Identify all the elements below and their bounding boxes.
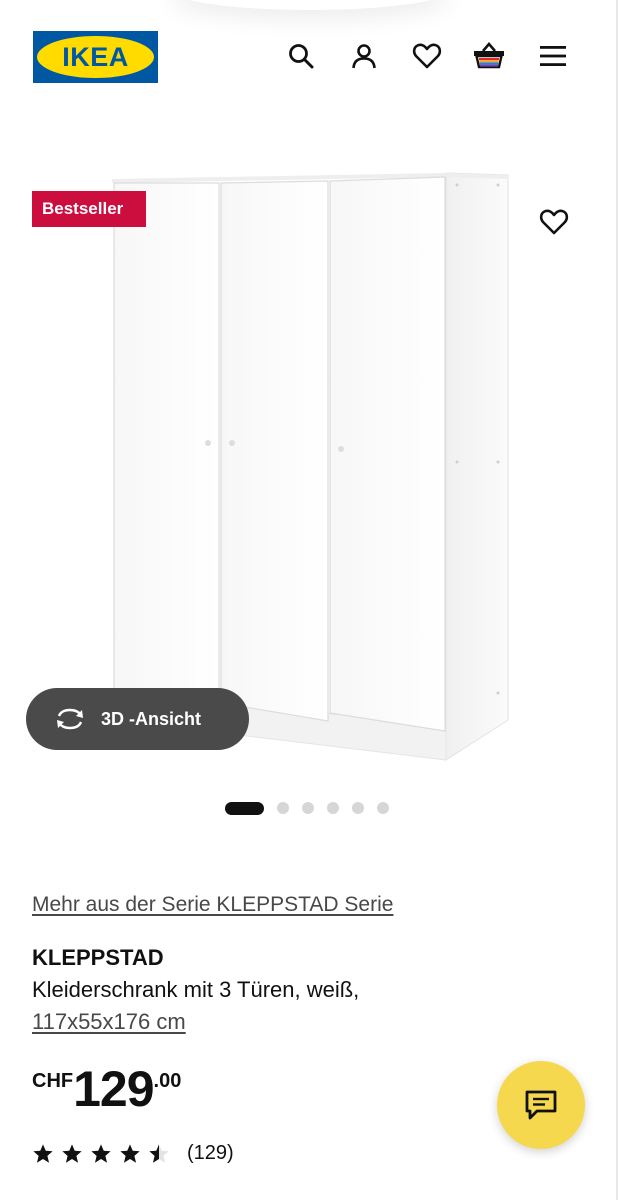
chat-icon: [525, 1090, 557, 1120]
price-currency: CHF: [32, 1070, 74, 1092]
product-name: KLEPPSTAD: [32, 945, 164, 970]
chat-button[interactable]: [497, 1061, 585, 1149]
product-price: CHF 129 .00: [32, 1062, 181, 1116]
pagination-dot-active[interactable]: [225, 801, 264, 815]
pagination-dot[interactable]: [277, 802, 289, 814]
ikea-logo[interactable]: IKEA: [33, 31, 158, 83]
pagination-dot[interactable]: [352, 802, 364, 814]
pagination-dot[interactable]: [327, 802, 339, 814]
view-3d-label: 3D -Ansicht: [101, 708, 202, 729]
image-pagination[interactable]: [225, 800, 402, 816]
product-rating[interactable]: (129): [32, 1142, 234, 1165]
user-icon[interactable]: [347, 39, 381, 73]
product-description: Kleiderschrank mit 3 Türen, weiß,: [32, 977, 360, 1002]
half-star-icon: [149, 1143, 169, 1163]
view-3d-button[interactable]: 3D -Ansicht: [26, 688, 249, 750]
top-shadow: [170, 0, 450, 10]
star-icon: [33, 1143, 53, 1163]
rotate-3d-icon: [57, 708, 83, 730]
heart-icon[interactable]: [410, 39, 444, 73]
menu-icon[interactable]: [536, 39, 570, 73]
logo-text: IKEA: [62, 41, 129, 72]
product-size-link[interactable]: 117x55x176 cm: [32, 1009, 186, 1035]
rating-count[interactable]: (129): [187, 1142, 234, 1165]
price-decimal: .00: [153, 1070, 182, 1092]
image-favorite-icon[interactable]: [533, 201, 575, 243]
wardrobe-image: [112, 172, 509, 761]
star-icon: [91, 1143, 111, 1163]
cart-icon[interactable]: [472, 39, 506, 73]
star-icon: [62, 1143, 82, 1163]
series-link[interactable]: Mehr aus der Serie KLEPPSTAD Serie: [32, 893, 393, 917]
pagination-dot[interactable]: [302, 802, 314, 814]
search-icon[interactable]: [284, 39, 318, 73]
bestseller-badge: Bestseller: [32, 191, 146, 227]
pagination-dot[interactable]: [377, 802, 389, 814]
header: IKEA: [0, 0, 618, 112]
star-icon: [120, 1143, 140, 1163]
logo-oval: IKEA: [37, 36, 154, 78]
price-whole: 129: [73, 1061, 154, 1117]
